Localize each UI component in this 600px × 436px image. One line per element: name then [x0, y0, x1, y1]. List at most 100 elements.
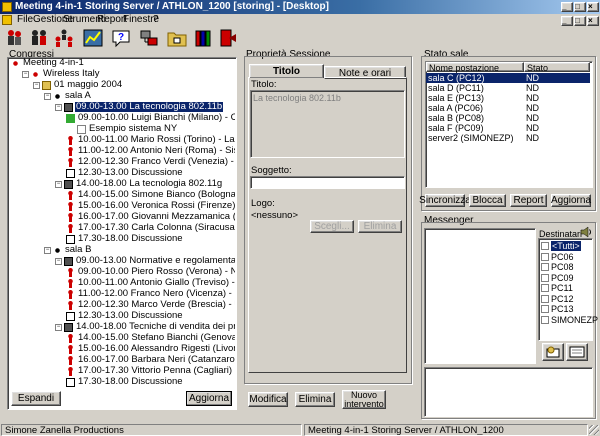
- recipient-item[interactable]: SIMONEZP: [541, 315, 598, 325]
- people-icon[interactable]: [3, 27, 25, 49]
- tree-item[interactable]: 12.30-13.00 Discussione: [66, 311, 184, 321]
- room-row[interactable]: sala B (PC08) ND: [426, 113, 590, 123]
- col-nome-header[interactable]: Nome postazione: [426, 62, 524, 73]
- tree-item[interactable]: − Wireless Italy: [22, 69, 100, 79]
- tree-item[interactable]: 12.00-12.30 Franco Verdi (Venezia) - Rad…: [66, 157, 235, 167]
- recipient-item[interactable]: PC13: [541, 304, 574, 314]
- tree-item[interactable]: 17.30-18.00 Discussione: [66, 377, 184, 387]
- logo-delete-button[interactable]: Elimina: [358, 220, 402, 233]
- room-row[interactable]: server2 (SIMONEZP) ND: [426, 133, 590, 143]
- tree-item[interactable]: 17.30-18.00 Discussione: [66, 234, 184, 244]
- tree-item[interactable]: 10.00-11.00 Antonio Giallo (Treviso) - B…: [66, 278, 235, 288]
- maximize-button[interactable]: □: [574, 2, 586, 12]
- collapse-toggle-icon[interactable]: −: [55, 257, 62, 265]
- delete-button[interactable]: Elimina: [295, 392, 335, 407]
- tree-item[interactable]: 16.00-17.00 Giovanni Mezzamanica (Napoli…: [66, 212, 235, 222]
- edit-button[interactable]: Modifica: [248, 392, 288, 407]
- tree-item[interactable]: 16.00-17.00 Barbara Neri (Catanzaro) - E…: [66, 355, 235, 365]
- tree-item[interactable]: 11.00-12.00 Antonio Neri (Roma) - Sistem…: [66, 146, 235, 156]
- tree-item[interactable]: 14.00-15.00 Simone Bianco (Bologna) - Va…: [66, 190, 235, 200]
- two-people-icon[interactable]: [28, 27, 50, 49]
- tree-item[interactable]: − 09.00-13.00 La tecnologia 802.11b: [55, 102, 224, 112]
- tree-item[interactable]: 15.00-16.00 Veronica Rossi (Firenze) - C…: [66, 201, 235, 211]
- books-icon[interactable]: [193, 27, 215, 49]
- tree-item[interactable]: 10.00-11.00 Mario Rossi (Torino) - La si…: [66, 135, 235, 145]
- recipient-checkbox[interactable]: [541, 315, 549, 324]
- room-row[interactable]: sala D (PC11) ND: [426, 83, 590, 93]
- doc-close-button[interactable]: ×: [587, 16, 599, 26]
- collapse-toggle-icon[interactable]: −: [55, 323, 62, 331]
- close-button[interactable]: ×: [587, 2, 599, 12]
- collapse-toggle-icon[interactable]: −: [44, 92, 51, 100]
- collapse-toggle-icon[interactable]: −: [55, 103, 62, 111]
- col-stato-header[interactable]: Stato: [524, 62, 590, 73]
- tree-item[interactable]: − sala A: [44, 91, 92, 101]
- resize-grip[interactable]: [589, 425, 599, 435]
- menu-help[interactable]: ?: [151, 14, 161, 26]
- collapse-toggle-icon[interactable]: −: [33, 81, 40, 89]
- network-icon[interactable]: [138, 27, 160, 49]
- tree-item[interactable]: − 14.00-18.00 La tecnologia 802.11g: [55, 179, 223, 189]
- recipient-item[interactable]: <Tutti>: [541, 241, 581, 251]
- sync-button[interactable]: Sincronizza: [419, 194, 471, 207]
- doc-minimize-button[interactable]: _: [561, 16, 573, 26]
- recipient-checkbox[interactable]: [541, 284, 549, 292]
- refresh-tree-button[interactable]: Aggiorna: [186, 391, 232, 406]
- help-icon[interactable]: ?: [110, 27, 132, 49]
- recipient-item[interactable]: PC09: [541, 273, 574, 283]
- logo-choose-button[interactable]: Scegli...: [310, 220, 354, 233]
- tree-item[interactable]: 17.00-17.30 Carla Colonna (Siracusa) - S…: [66, 223, 235, 233]
- soggetto-field[interactable]: [250, 176, 405, 189]
- collapse-toggle-icon[interactable]: −: [44, 246, 51, 254]
- expand-button[interactable]: Espandi: [11, 391, 61, 406]
- recipient-item[interactable]: PC11: [541, 283, 573, 293]
- tree-item[interactable]: 09.00-10.00 Piero Rosso (Verona) - Nome …: [66, 267, 235, 277]
- tree-item[interactable]: 09.00-10.00 Luigi Bianchi (Milano) - Cos…: [66, 113, 235, 123]
- room-row[interactable]: sala C (PC12) ND: [426, 73, 590, 83]
- collapse-toggle-icon[interactable]: −: [55, 180, 62, 188]
- tree-item[interactable]: Meeting 4-in-1: [11, 58, 85, 68]
- congressi-tree[interactable]: Meeting 4-in-1− Wireless Italy −01 maggio …: [9, 58, 235, 388]
- room-row[interactable]: sala A (PC06) ND: [426, 103, 590, 113]
- group-icon[interactable]: [53, 27, 75, 49]
- tree-item[interactable]: 17.00-17.30 Vittorio Penna (Cagliari) - …: [66, 366, 235, 376]
- message-input[interactable]: [424, 367, 593, 417]
- tree-item[interactable]: − sala B: [44, 245, 92, 255]
- recipient-checkbox[interactable]: [541, 263, 549, 271]
- tree-item[interactable]: 12.30-13.00 Discussione: [66, 168, 184, 178]
- tree-item[interactable]: Esempio sistema NY: [77, 124, 178, 134]
- collapse-toggle-icon[interactable]: −: [22, 70, 29, 78]
- lock-button[interactable]: Blocca: [469, 194, 506, 207]
- exit-icon[interactable]: [217, 27, 239, 49]
- recipient-checkbox[interactable]: [541, 273, 549, 282]
- tree-item[interactable]: 11.00-12.00 Franco Nero (Vicenza) - Inte…: [66, 289, 235, 299]
- new-talk-button[interactable]: Nuovo intervento: [342, 390, 386, 409]
- destinatari-list[interactable]: <Tutti> PC06 PC08 PC09 PC11 PC12 PC13 SIMONEZP: [538, 238, 598, 341]
- send-message-button[interactable]: [542, 343, 564, 361]
- report-button[interactable]: Report: [510, 194, 547, 207]
- folder-icon[interactable]: [166, 27, 188, 49]
- tree-item[interactable]: − 09.00-13.00 Normative e regolamentazion…: [55, 256, 235, 266]
- recipient-checkbox[interactable]: [541, 252, 549, 261]
- room-row[interactable]: sala F (PC09) ND: [426, 123, 590, 133]
- recipient-checkbox[interactable]: [541, 294, 549, 303]
- tree-item[interactable]: − 01 maggio 2004: [33, 80, 123, 90]
- tab-titolo[interactable]: Titolo: [249, 64, 324, 78]
- doc-restore-button[interactable]: □: [574, 16, 586, 26]
- messenger-history[interactable]: [424, 228, 536, 364]
- recipient-checkbox[interactable]: [541, 305, 549, 313]
- message-list-button[interactable]: [566, 343, 588, 361]
- room-row[interactable]: sala E (PC13) ND: [426, 93, 590, 103]
- tree-item[interactable]: 15.00-16.00 Alessandro Rigesti (Livorno)…: [66, 344, 235, 354]
- tree-item[interactable]: − 14.00-18.00 Tecniche di vendita dei pro…: [55, 322, 235, 332]
- recipient-checkbox[interactable]: [541, 242, 549, 250]
- recipient-item[interactable]: PC06: [541, 252, 574, 262]
- recipient-item[interactable]: PC08: [541, 262, 574, 272]
- recipient-item[interactable]: PC12: [541, 294, 574, 304]
- titolo-field[interactable]: La tecnologia 802.11b: [250, 90, 405, 158]
- tree-item[interactable]: 12.00-12.30 Marco Verde (Brescia) - Util…: [66, 300, 235, 310]
- refresh-rooms-button[interactable]: Aggiorna: [551, 194, 591, 207]
- chart-icon[interactable]: [82, 27, 104, 49]
- minimize-button[interactable]: _: [561, 2, 573, 12]
- tree-item[interactable]: 14.00-15.00 Stefano Bianchi (Genova) - R…: [66, 333, 235, 343]
